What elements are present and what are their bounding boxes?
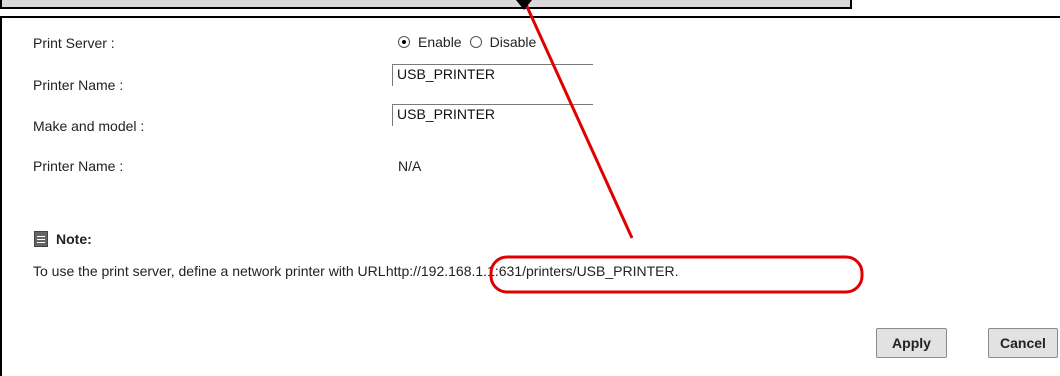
note-text: To use the print server, define a networ… — [33, 263, 678, 279]
printer-status-label: Printer Name : — [33, 158, 124, 174]
printer-url: http://192.168.1.1:631/printers/USB_PRIN… — [385, 263, 679, 279]
printer-status-value: N/A — [398, 158, 422, 174]
enable-radio-label[interactable]: Enable — [418, 34, 462, 50]
apply-button[interactable]: Apply — [876, 328, 947, 358]
disable-radio[interactable] — [469, 36, 482, 48]
note-text-prefix: To use the print server, define a networ… — [33, 263, 385, 279]
print-server-label: Print Server : — [33, 35, 115, 51]
enable-radio[interactable] — [398, 36, 410, 48]
note-title: Note: — [56, 231, 92, 247]
note-icon — [34, 231, 48, 247]
cancel-button[interactable]: Cancel — [988, 328, 1058, 358]
make-model-label: Make and model : — [33, 118, 145, 134]
print-server-radio-group: Enable Disable — [398, 34, 544, 50]
printer-name-field[interactable]: USB_PRINTER — [392, 64, 593, 86]
top-panel-edge — [0, 0, 852, 9]
disable-radio-label[interactable]: Disable — [490, 34, 537, 50]
printer-name-label: Printer Name : — [33, 77, 124, 93]
make-model-field[interactable]: USB_PRINTER — [392, 104, 593, 126]
